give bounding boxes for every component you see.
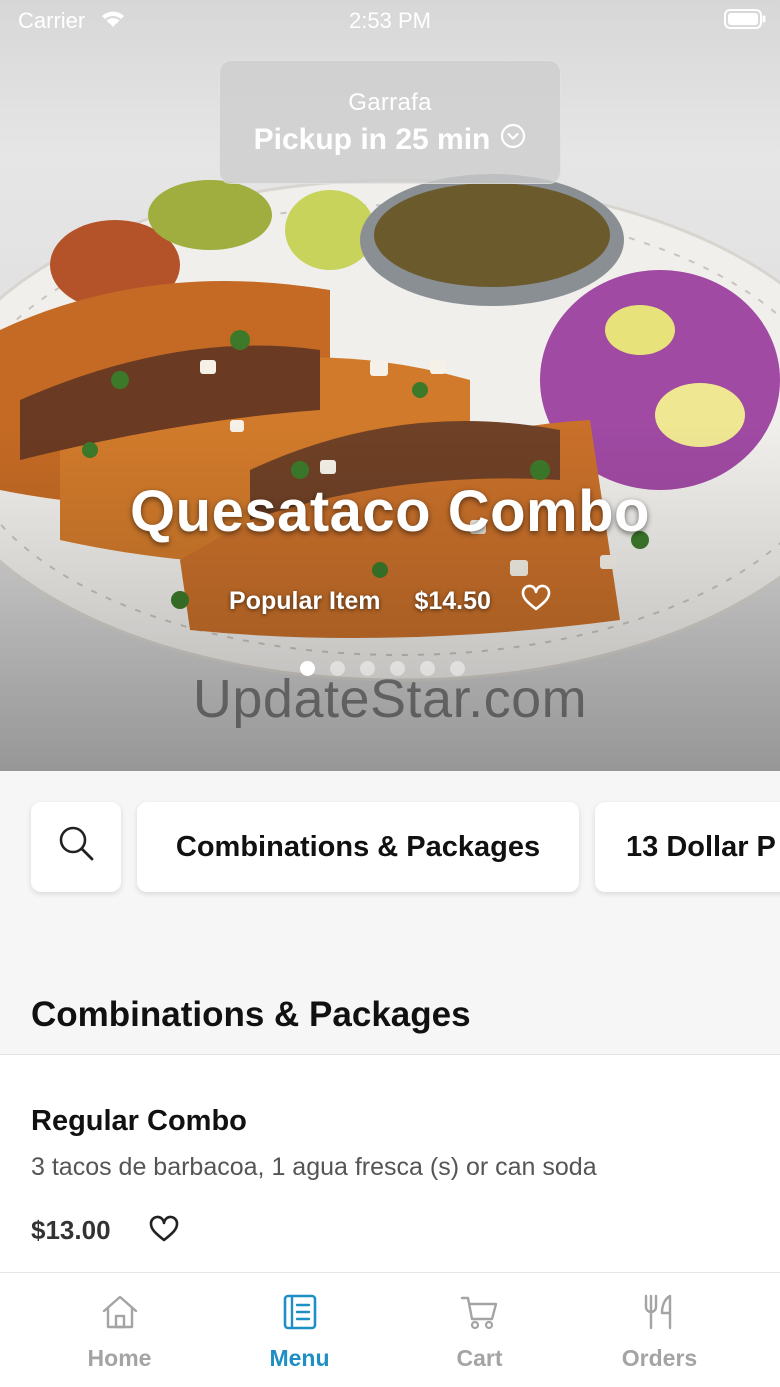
- category-chip[interactable]: Combinations & Packages: [137, 802, 579, 892]
- item-description: 3 tacos de barbacoa, 1 agua fresca (s) o…: [31, 1153, 597, 1181]
- tab-home[interactable]: Home: [22, 1273, 217, 1387]
- search-button[interactable]: [31, 802, 121, 892]
- tab-label: Cart: [456, 1345, 503, 1371]
- tab-bar[interactable]: Home Menu Cart Orders: [0, 1272, 780, 1387]
- tab-orders[interactable]: Orders: [562, 1273, 757, 1387]
- heart-icon[interactable]: [521, 584, 551, 619]
- item-price: $13.00: [31, 1215, 111, 1245]
- watermark: UpdateStar.com: [192, 669, 588, 729]
- hero-meta: Popular Item $14.50: [0, 584, 780, 619]
- cart-icon: [382, 1293, 577, 1331]
- pickup-selector[interactable]: Garrafa Pickup in 25 min: [219, 60, 561, 184]
- tab-menu[interactable]: Menu: [202, 1273, 397, 1387]
- menu-item[interactable]: Regular Combo 3 tacos de barbacoa, 1 agu…: [0, 1055, 780, 1273]
- chevron-down-circle-icon: [500, 123, 526, 157]
- pickup-time: Pickup in 25 min: [253, 123, 491, 156]
- search-icon: [56, 823, 96, 871]
- tab-cart[interactable]: Cart: [382, 1273, 577, 1387]
- battery-icon: [724, 9, 766, 35]
- heart-icon[interactable]: [149, 1215, 179, 1248]
- item-name: Regular Combo: [31, 1105, 247, 1137]
- home-icon: [22, 1293, 217, 1331]
- store-name: Garrafa: [348, 89, 432, 116]
- tab-label: Menu: [269, 1345, 330, 1371]
- tab-label: Home: [87, 1345, 152, 1371]
- category-chip[interactable]: 13 Dollar P: [595, 802, 780, 892]
- section-title: Combinations & Packages: [31, 995, 471, 1034]
- hero-title: Quesataco Combo: [130, 479, 650, 544]
- tab-label: Orders: [621, 1345, 698, 1371]
- category-strip[interactable]: Combinations & Packages 13 Dollar P: [0, 771, 780, 971]
- hero-banner[interactable]: Carrier 2:53 PM Garrafa Pickup in 25 min…: [0, 0, 780, 771]
- status-time: 2:53 PM: [349, 8, 431, 33]
- hero-price: $14.50: [414, 587, 491, 615]
- menu-icon: [202, 1293, 397, 1331]
- utensils-icon: [562, 1293, 757, 1331]
- status-bar: Carrier 2:53 PM: [0, 0, 780, 40]
- popular-tag: Popular Item: [229, 587, 381, 615]
